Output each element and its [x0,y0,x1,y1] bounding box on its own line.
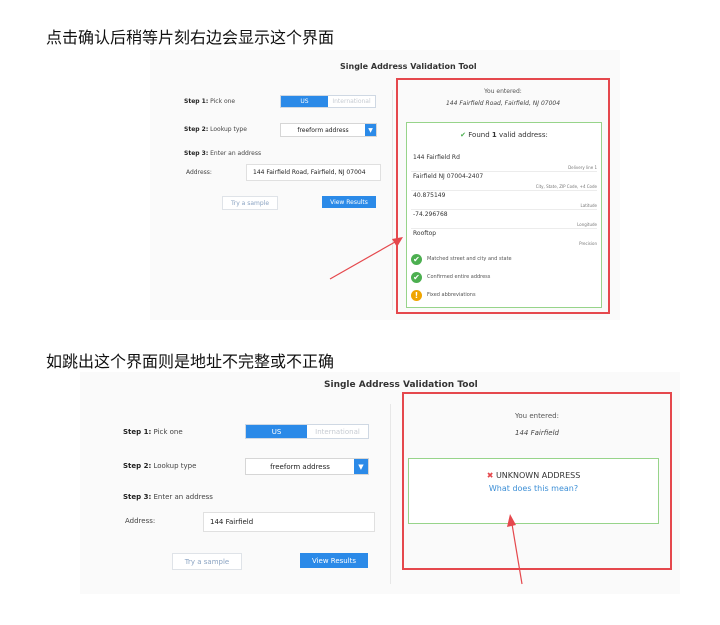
pointer-arrow-2 [507,514,523,585]
